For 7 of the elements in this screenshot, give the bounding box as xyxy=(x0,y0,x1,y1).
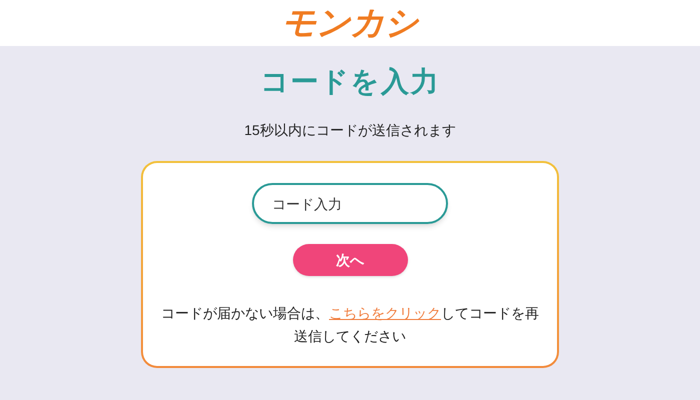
logo[interactable]: モンカシ xyxy=(282,6,418,40)
subtitle: 15秒以内にコードが送信されます xyxy=(244,121,456,140)
code-input-field[interactable]: コード入力 xyxy=(252,183,448,224)
next-button[interactable]: 次へ xyxy=(292,244,408,276)
page-title: コードを入力 xyxy=(260,65,440,99)
resend-link[interactable]: こちらをクリック xyxy=(329,305,441,321)
resend-note: コードが届かない場合は、こちらをクリック してコードを再送信してください xyxy=(160,304,540,346)
